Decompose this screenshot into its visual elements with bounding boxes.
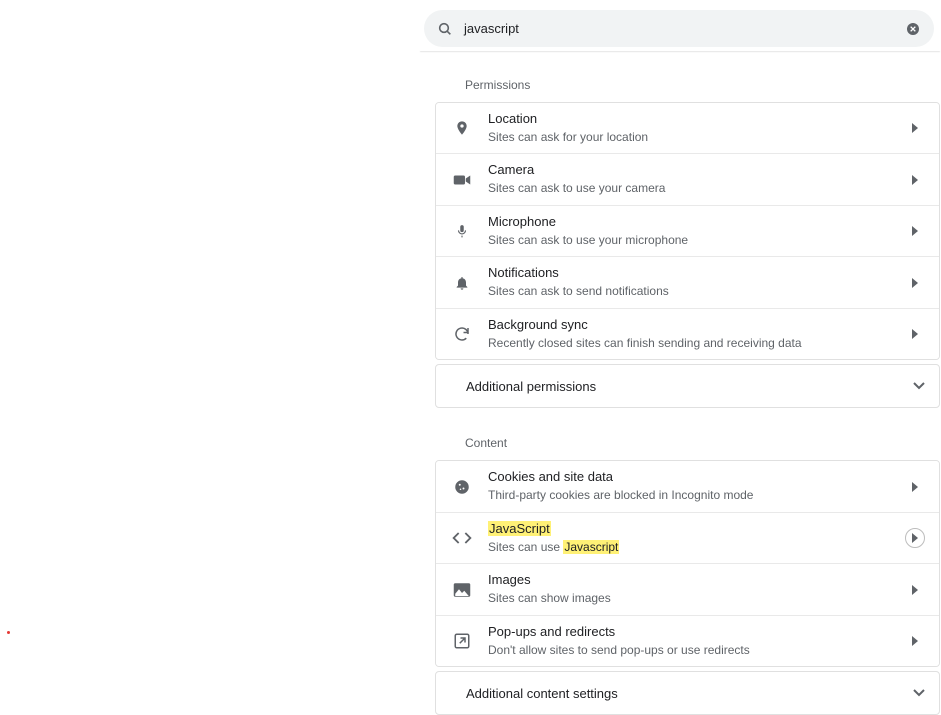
content-row-popups[interactable]: Pop-ups and redirects Don't allow sites … <box>436 616 939 666</box>
chevron-right-icon <box>905 226 925 236</box>
chevron-right-icon <box>905 482 925 492</box>
search-icon <box>436 21 454 37</box>
permission-subtitle: Sites can ask for your location <box>488 130 905 146</box>
permission-title: Notifications <box>488 265 905 282</box>
permission-row-notifications[interactable]: Notifications Sites can ask to send noti… <box>436 257 939 308</box>
content-title: Images <box>488 572 905 589</box>
camera-icon <box>450 168 474 192</box>
chevron-right-icon <box>905 329 925 339</box>
permissions-list: Location Sites can ask for your location… <box>435 102 940 360</box>
chevron-right-icon <box>905 585 925 595</box>
content-subtitle: Sites can show images <box>488 591 905 607</box>
chevron-right-icon <box>905 528 925 548</box>
sync-icon <box>450 322 474 346</box>
content-row-cookies[interactable]: Cookies and site data Third-party cookie… <box>436 461 939 512</box>
microphone-icon <box>450 219 474 243</box>
bell-icon <box>450 271 474 295</box>
chevron-right-icon <box>905 175 925 185</box>
content-subtitle: Don't allow sites to send pop-ups or use… <box>488 643 905 659</box>
permission-row-background-sync[interactable]: Background sync Recently closed sites ca… <box>436 309 939 359</box>
expander-label: Additional permissions <box>466 379 913 394</box>
additional-permissions-expander[interactable]: Additional permissions <box>435 364 940 408</box>
content-title: Pop-ups and redirects <box>488 624 905 641</box>
content-list: Cookies and site data Third-party cookie… <box>435 460 940 667</box>
popup-icon <box>450 629 474 653</box>
permission-title: Camera <box>488 162 905 179</box>
decorative-dot <box>7 631 10 634</box>
content-subtitle: Sites can use Javascript <box>488 540 905 556</box>
permission-subtitle: Recently closed sites can finish sending… <box>488 336 905 352</box>
permission-subtitle: Sites can ask to use your microphone <box>488 233 905 249</box>
code-icon <box>450 526 474 550</box>
chevron-right-icon <box>905 123 925 133</box>
image-icon <box>450 578 474 602</box>
search-query: javascript <box>464 21 904 36</box>
permissions-heading: Permissions <box>465 78 940 92</box>
content-title: Cookies and site data <box>488 469 905 486</box>
permission-row-camera[interactable]: Camera Sites can ask to use your camera <box>436 154 939 205</box>
expander-label: Additional content settings <box>466 686 913 701</box>
content-heading: Content <box>465 436 940 450</box>
header-divider <box>420 50 940 51</box>
content-subtitle: Third-party cookies are blocked in Incog… <box>488 488 905 504</box>
chevron-right-icon <box>905 636 925 646</box>
search-bar[interactable]: javascript <box>424 10 934 47</box>
cookie-icon <box>450 475 474 499</box>
clear-search-icon[interactable] <box>904 21 922 37</box>
content-row-javascript[interactable]: JavaScript Sites can use Javascript <box>436 513 939 564</box>
permission-title: Background sync <box>488 317 905 334</box>
chevron-right-icon <box>905 278 925 288</box>
settings-panel: javascript Permissions Location Sites ca… <box>423 0 941 671</box>
permission-title: Location <box>488 111 905 128</box>
location-icon <box>450 116 474 140</box>
additional-content-expander[interactable]: Additional content settings <box>435 671 940 715</box>
permission-subtitle: Sites can ask to send notifications <box>488 284 905 300</box>
permission-subtitle: Sites can ask to use your camera <box>488 181 905 197</box>
permission-title: Microphone <box>488 214 905 231</box>
permission-row-microphone[interactable]: Microphone Sites can ask to use your mic… <box>436 206 939 257</box>
permission-row-location[interactable]: Location Sites can ask for your location <box>436 103 939 154</box>
chevron-down-icon <box>913 382 925 390</box>
content-row-images[interactable]: Images Sites can show images <box>436 564 939 615</box>
chevron-down-icon <box>913 689 925 697</box>
content-title: JavaScript <box>488 521 905 538</box>
